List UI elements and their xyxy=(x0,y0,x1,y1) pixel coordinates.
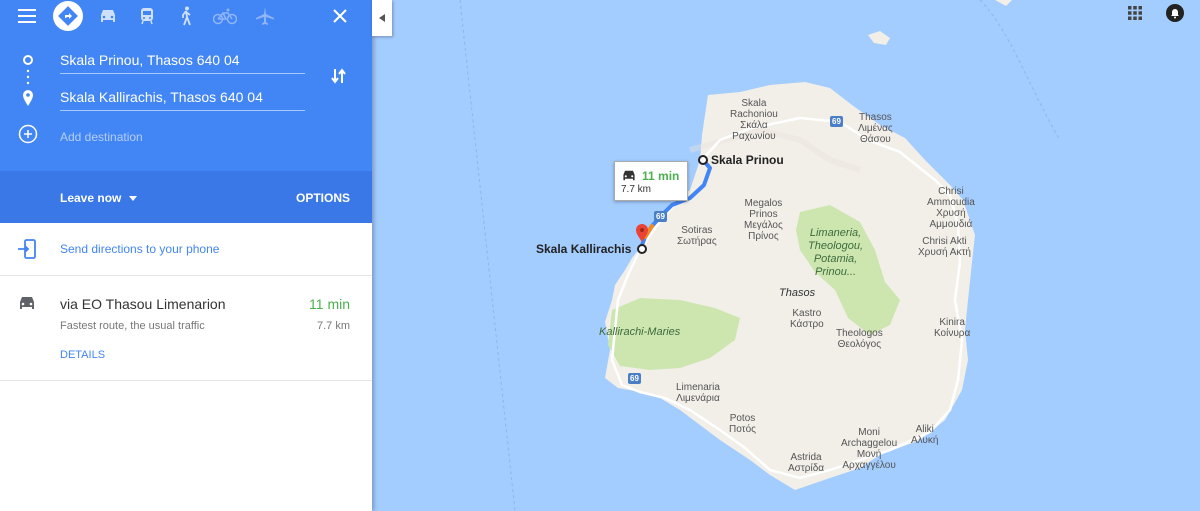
route-option[interactable]: via EO Thasou Limenarion 11 min Fastest … xyxy=(0,276,372,381)
close-icon[interactable] xyxy=(326,2,354,30)
destination-place-label: Skala Kallirachis xyxy=(536,242,632,256)
road-shield-69: 69 xyxy=(830,116,843,127)
start-marker-icon[interactable] xyxy=(697,154,709,166)
route-time: 11 min xyxy=(309,296,350,312)
label-limenaria: Limenaria Λιμενάρια xyxy=(676,382,720,404)
label-astrida: Astrida Αστρίδα xyxy=(788,452,825,474)
route-distance: 7.7 km xyxy=(316,320,350,332)
send-directions-link[interactable]: Send directions to your phone xyxy=(60,242,219,256)
label-thasos-limenas: Thasos Λιμένας Θάσου xyxy=(858,112,893,145)
label-aliki: Aliki Αλυκή xyxy=(911,424,939,446)
walk-icon[interactable] xyxy=(172,2,200,30)
route-description: Fastest route, the usual traffic xyxy=(60,320,205,332)
map-canvas[interactable]: 69 69 69 Skala Rachoniou Σκάλα Ραχωνίου … xyxy=(372,0,1200,511)
swap-icon[interactable] xyxy=(330,67,348,90)
label-sotiras: Sotiras Σωτήρας xyxy=(677,225,717,247)
directions-header: Skala Prinou, Thasos 640 04 Skala Kallir… xyxy=(0,0,372,171)
road-shield-69: 69 xyxy=(628,373,641,384)
label-limaneria-park: Limaneria, Theologou, Potamia, Prinou... xyxy=(808,227,864,278)
departure-options-bar: Leave now OPTIONS xyxy=(0,171,372,223)
transit-icon[interactable] xyxy=(133,2,161,30)
label-chrisi-ammoudia: Chrisi Ammoudia Χρυσή Αμμουδιά xyxy=(927,186,975,230)
route-time-bubble[interactable]: 11 min 7.7 km xyxy=(614,161,688,201)
options-button[interactable]: OPTIONS xyxy=(296,191,350,205)
label-skala-rachoniou: Skala Rachoniou Σκάλα Ραχωνίου xyxy=(730,98,778,142)
origin-input[interactable]: Skala Prinou, Thasos 640 04 xyxy=(60,51,305,74)
label-thasos-island: Thasos xyxy=(779,287,816,299)
add-destination-icon[interactable] xyxy=(18,124,38,149)
car-icon[interactable] xyxy=(94,2,122,30)
travel-mode-row xyxy=(0,0,372,32)
road-shield-69: 69 xyxy=(654,211,667,222)
bubble-time: 11 min xyxy=(642,169,680,183)
leave-now-label: Leave now xyxy=(60,191,122,205)
label-theologos: Theologos Θεολόγος xyxy=(836,328,883,350)
bicycle-icon[interactable] xyxy=(211,2,239,30)
route-endpoints-icon xyxy=(23,55,33,106)
car-icon xyxy=(20,297,34,309)
apps-grid-icon[interactable] xyxy=(1128,6,1142,25)
leave-now-dropdown[interactable]: Leave now xyxy=(60,191,138,205)
menu-icon[interactable] xyxy=(13,2,41,30)
destination-input[interactable]: Skala Kallirachis, Thasos 640 04 xyxy=(60,88,305,111)
flight-icon[interactable] xyxy=(251,2,279,30)
details-link[interactable]: DETAILS xyxy=(60,349,105,361)
label-megalos-prinos: Megalos Prinos Μεγάλος Πρίνος xyxy=(744,198,783,242)
send-to-phone-icon xyxy=(18,239,36,259)
chevron-left-icon xyxy=(379,14,385,22)
notifications-bell-icon[interactable] xyxy=(1166,4,1184,27)
add-destination-input[interactable]: Add destination xyxy=(60,128,305,150)
map-base xyxy=(459,0,1061,511)
label-moni-archangelou: Moni Archaggelou Μονή Αρχαγγέλου xyxy=(841,427,898,471)
send-to-phone-row[interactable]: Send directions to your phone xyxy=(0,223,372,276)
label-kallirachi-maries: Kallirachi-Maries xyxy=(599,326,681,338)
car-icon xyxy=(623,170,635,181)
route-name: via EO Thasou Limenarion xyxy=(60,296,226,312)
destination-pin-icon[interactable] xyxy=(634,222,650,256)
label-kinira: Kinira Κοίνυρα xyxy=(934,317,971,339)
label-kastro: Kastro Κάστρο xyxy=(790,308,824,330)
label-potos: Potos Ποτός xyxy=(729,413,756,435)
collapse-panel-button[interactable] xyxy=(372,0,392,36)
directions-icon[interactable] xyxy=(53,1,83,31)
directions-panel: Skala Prinou, Thasos 640 04 Skala Kallir… xyxy=(0,0,372,511)
start-place-label: Skala Prinou xyxy=(711,153,784,167)
bubble-distance: 7.7 km xyxy=(621,184,652,195)
chevron-down-icon xyxy=(129,195,138,201)
label-chrisi-akti: Chrisi Akti Χρυσή Ακτή xyxy=(918,236,971,258)
